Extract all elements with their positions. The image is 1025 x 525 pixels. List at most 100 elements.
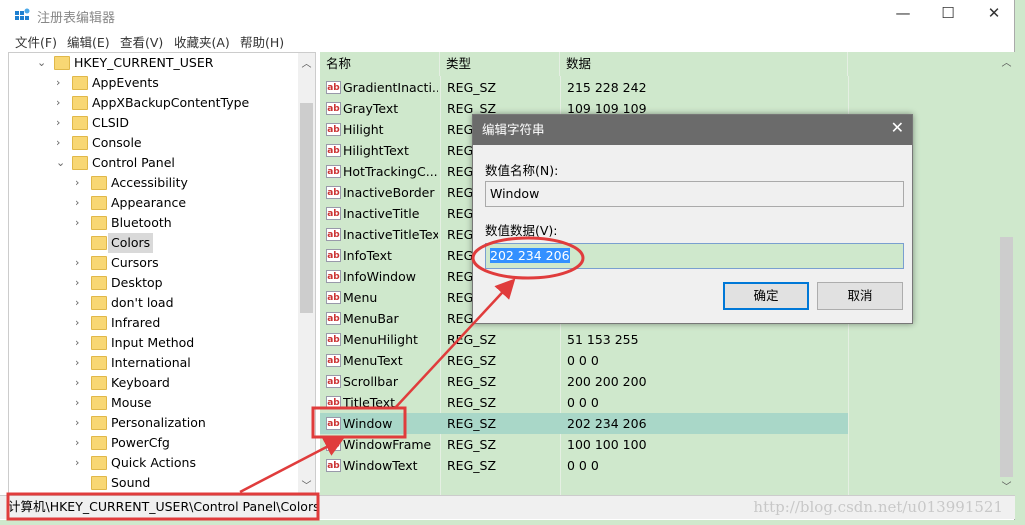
tree-item[interactable]: › Input Method xyxy=(9,333,299,353)
string-value-icon: ab xyxy=(326,459,341,472)
tree-item[interactable]: › Accessibility xyxy=(9,173,299,193)
chevron-right-icon[interactable]: › xyxy=(75,273,85,293)
table-row[interactable]: ab Window REG_SZ 202 234 206 xyxy=(320,413,848,434)
value-name-label: 数值名称(N): xyxy=(485,163,559,178)
cell-data: 202 234 206 xyxy=(567,416,647,431)
table-row[interactable]: ab WindowText REG_SZ 0 0 0 xyxy=(320,455,848,476)
string-value-icon: ab xyxy=(326,228,341,241)
cell-type: REG_SZ xyxy=(447,458,497,473)
tree-item[interactable]: ⌄ Control Panel xyxy=(9,153,299,173)
chevron-right-icon[interactable]: › xyxy=(56,113,66,133)
tree-item[interactable]: › CLSID xyxy=(9,113,299,133)
chevron-right-icon[interactable]: › xyxy=(75,353,85,373)
table-row[interactable]: ab Scrollbar REG_SZ 200 200 200 xyxy=(320,371,848,392)
chevron-right-icon[interactable]: › xyxy=(56,73,66,93)
selected-value-text: 202 234 206 xyxy=(490,248,570,263)
chevron-down-icon[interactable]: ⌄ xyxy=(37,53,47,73)
tree-item[interactable]: Sound xyxy=(9,473,299,493)
menu-edit[interactable]: 编辑(E) xyxy=(67,32,110,51)
tree-item[interactable]: › Bluetooth xyxy=(9,213,299,233)
folder-icon xyxy=(91,396,107,410)
chevron-right-icon[interactable]: › xyxy=(75,393,85,413)
folder-icon xyxy=(72,96,88,110)
chevron-right-icon[interactable]: › xyxy=(75,333,85,353)
chevron-right-icon[interactable]: › xyxy=(75,313,85,333)
tree-item[interactable]: › Keyboard xyxy=(9,373,299,393)
tree-item[interactable]: › Personalization xyxy=(9,413,299,433)
folder-icon xyxy=(91,376,107,390)
cell-name: InfoText xyxy=(343,248,392,263)
tree-item-label: AppEvents xyxy=(92,75,159,90)
tree-item[interactable]: › AppXBackupContentType xyxy=(9,93,299,113)
tree-item-label: Personalization xyxy=(111,415,206,430)
tree-item[interactable]: › PowerCfg xyxy=(9,433,299,453)
tree-item[interactable]: › Infrared xyxy=(9,313,299,333)
menu-view[interactable]: 查看(V) xyxy=(120,32,163,51)
value-data-input[interactable]: 202 234 206 xyxy=(485,243,904,269)
tree-item-label: HKEY_CURRENT_USER xyxy=(74,55,214,70)
menu-favorites[interactable]: 收藏夹(A) xyxy=(174,32,230,51)
cell-name: WindowText xyxy=(343,458,418,473)
menu-help[interactable]: 帮助(H) xyxy=(240,32,284,51)
tree-item[interactable]: › Quick Actions xyxy=(9,453,299,473)
table-row[interactable]: ab GradientInacti... REG_SZ 215 228 242 xyxy=(320,77,848,98)
table-row[interactable]: ab MenuHilight REG_SZ 51 153 255 xyxy=(320,329,848,350)
chevron-right-icon[interactable]: › xyxy=(75,193,85,213)
tree-item[interactable]: › AppEvents xyxy=(9,73,299,93)
tree-item[interactable]: Colors xyxy=(9,233,299,253)
minimize-button[interactable]: — xyxy=(888,4,918,26)
chevron-right-icon[interactable]: › xyxy=(75,253,85,273)
tree-item[interactable]: › International xyxy=(9,353,299,373)
cell-name: TitleText xyxy=(343,395,396,410)
chevron-right-icon[interactable]: › xyxy=(75,213,85,233)
list-scrollbar[interactable]: ︿ ﹀ xyxy=(998,52,1015,495)
folder-icon xyxy=(91,456,107,470)
column-name[interactable]: 名称 xyxy=(320,52,440,76)
maximize-button[interactable]: ☐ xyxy=(933,4,963,26)
column-type[interactable]: 类型 xyxy=(440,52,560,76)
tree-item[interactable]: › Cursors xyxy=(9,253,299,273)
chevron-right-icon[interactable]: › xyxy=(75,433,85,453)
chevron-right-icon[interactable]: › xyxy=(75,453,85,473)
tree-item[interactable]: › don't load xyxy=(9,293,299,313)
table-row[interactable]: ab TitleText REG_SZ 0 0 0 xyxy=(320,392,848,413)
folder-icon xyxy=(72,136,88,150)
string-value-icon: ab xyxy=(326,207,341,220)
dialog-close-icon[interactable]: ✕ xyxy=(891,118,904,137)
value-name-input[interactable]: Window xyxy=(485,181,904,207)
chevron-right-icon[interactable]: › xyxy=(75,413,85,433)
folder-icon xyxy=(91,336,107,350)
table-row[interactable]: ab MenuText REG_SZ 0 0 0 xyxy=(320,350,848,371)
chevron-right-icon[interactable]: › xyxy=(56,93,66,113)
scroll-thumb[interactable] xyxy=(1000,237,1013,477)
tree-item[interactable]: ⌄ HKEY_CURRENT_USER xyxy=(9,53,299,73)
chevron-right-icon[interactable]: › xyxy=(75,373,85,393)
ok-button[interactable]: 确定 xyxy=(723,282,809,310)
column-data[interactable]: 数据 xyxy=(560,52,848,76)
window-title: 注册表编辑器 xyxy=(37,11,116,26)
scroll-thumb[interactable] xyxy=(300,103,313,313)
menu-file[interactable]: 文件(F) xyxy=(15,32,57,51)
scroll-up-icon[interactable]: ︿ xyxy=(298,55,315,70)
chevron-right-icon[interactable]: › xyxy=(56,133,66,153)
chevron-right-icon[interactable]: › xyxy=(75,293,85,313)
tree-item[interactable]: › Desktop xyxy=(9,273,299,293)
tree-item-label: Console xyxy=(92,135,142,150)
cancel-button[interactable]: 取消 xyxy=(817,282,903,310)
tree-item[interactable]: › Appearance xyxy=(9,193,299,213)
tree-item[interactable]: › Mouse xyxy=(9,393,299,413)
close-button[interactable]: ✕ xyxy=(979,4,1009,26)
chevron-right-icon[interactable]: › xyxy=(75,173,85,193)
status-path: 计算机\HKEY_CURRENT_USER\Control Panel\Colo… xyxy=(8,499,320,514)
folder-icon xyxy=(91,416,107,430)
tree-scrollbar[interactable]: ︿ ﹀ xyxy=(298,53,315,494)
table-row[interactable]: ab WindowFrame REG_SZ 100 100 100 xyxy=(320,434,848,455)
scroll-down-icon[interactable]: ﹀ xyxy=(998,478,1015,493)
cell-type: REG_SZ xyxy=(447,395,497,410)
tree-item-label: Infrared xyxy=(111,315,161,330)
chevron-down-icon[interactable]: ⌄ xyxy=(56,153,66,173)
scroll-down-icon[interactable]: ﹀ xyxy=(298,477,315,492)
tree-item[interactable]: › Console xyxy=(9,133,299,153)
scroll-up-icon[interactable]: ︿ xyxy=(998,54,1015,69)
string-value-icon: ab xyxy=(326,186,341,199)
